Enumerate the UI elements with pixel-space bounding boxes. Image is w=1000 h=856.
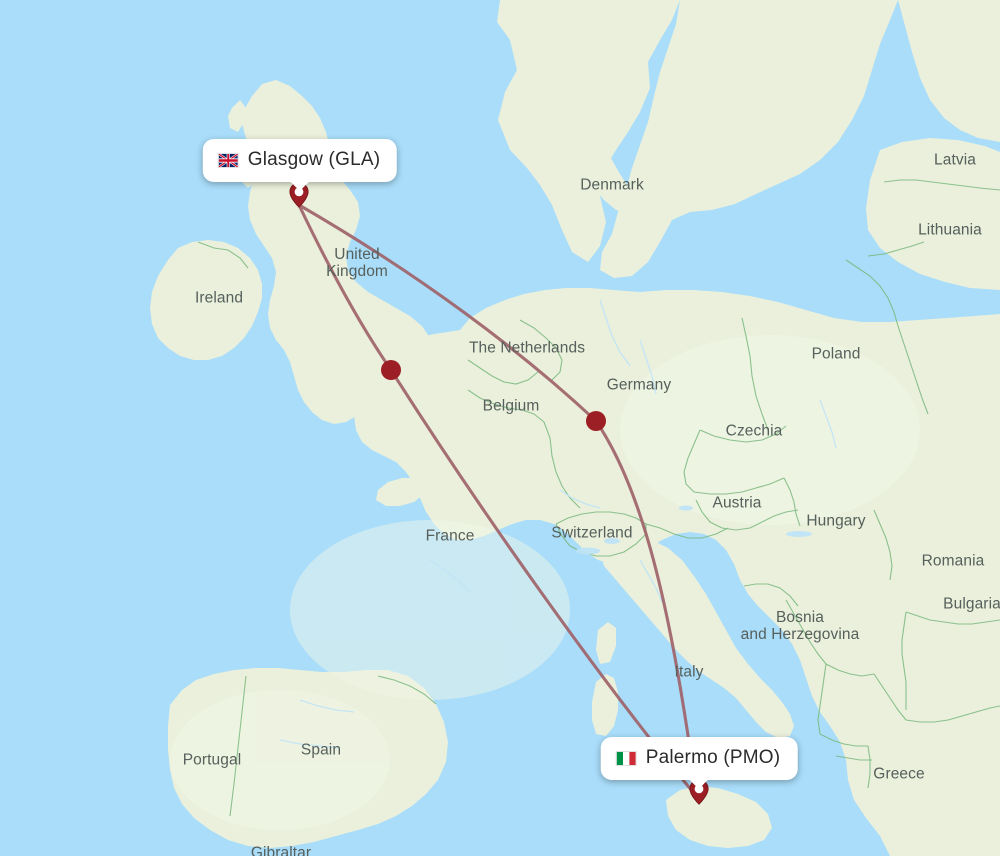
tooltip-arrow-palermo: [689, 779, 709, 789]
tooltip-arrow-glasgow: [289, 181, 310, 191]
waypoint-uk: [381, 360, 401, 380]
airport-label-glasgow: Glasgow (GLA): [247, 149, 381, 170]
airport-label-palermo: Palermo (PMO): [645, 747, 781, 768]
waypoint-germany: [586, 411, 606, 431]
map-canvas: [0, 0, 1000, 856]
italy-flag: [615, 750, 637, 766]
flight-route-map[interactable]: Latvia Lithuania Denmark Poland Ireland Unite…: [0, 0, 1000, 856]
airport-tooltip-glasgow[interactable]: Glasgow (GLA): [202, 139, 398, 191]
united-kingdom-flag: [217, 152, 239, 168]
airport-tooltip-palermo[interactable]: Palermo (PMO): [600, 737, 798, 789]
